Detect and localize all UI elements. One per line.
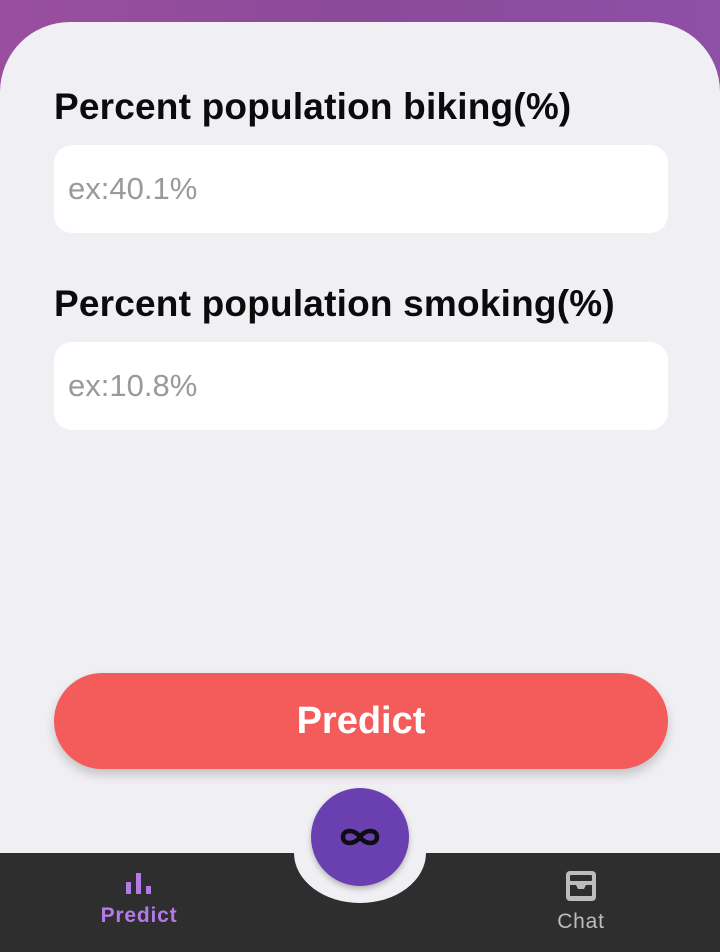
- biking-label: Percent population biking(%): [54, 86, 572, 127]
- predict-button[interactable]: Predict: [54, 673, 668, 769]
- smoking-input[interactable]: [54, 342, 668, 430]
- nav-item-predict[interactable]: Predict: [69, 870, 209, 946]
- center-fab-button[interactable]: [311, 788, 409, 886]
- nav-label-chat: Chat: [557, 910, 605, 933]
- infinity-icon: [337, 825, 383, 849]
- bar-chart-icon: [124, 870, 154, 896]
- biking-input[interactable]: [54, 145, 668, 233]
- inbox-tray-icon: [564, 870, 598, 902]
- nav-label-predict: Predict: [100, 904, 178, 927]
- smoking-label: Percent population smoking(%): [54, 283, 615, 324]
- nav-item-chat[interactable]: Chat: [511, 870, 651, 946]
